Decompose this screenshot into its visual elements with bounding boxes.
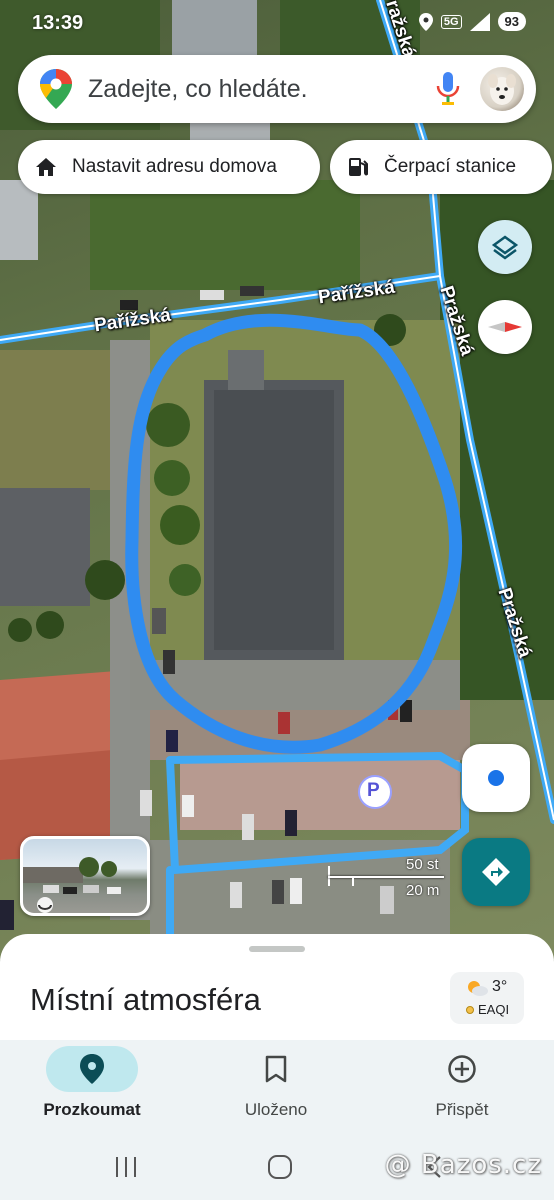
nav-saved-pill <box>230 1046 322 1092</box>
aqi-dot-icon <box>466 1006 474 1014</box>
layers-icon <box>491 235 519 260</box>
nav-label: Přispět <box>435 1100 489 1119</box>
scale-bar: 50 st 20 m <box>324 856 444 902</box>
battery-indicator: 93 <box>497 12 526 31</box>
home-circle-icon <box>268 1155 292 1179</box>
bookmark-icon <box>265 1055 287 1083</box>
compass-button[interactable] <box>478 300 532 354</box>
set-home-chip[interactable]: Nastavit adresu domova <box>18 140 320 194</box>
avatar[interactable] <box>480 67 524 111</box>
parking-marker[interactable]: P <box>367 780 380 802</box>
signal-icon <box>469 12 490 31</box>
status-time: 13:39 <box>32 12 84 34</box>
status-icons: 5G 93 <box>418 12 526 31</box>
watermark: @ Bazos.cz <box>384 1150 542 1180</box>
network-icon: 5G <box>440 14 462 29</box>
my-location-icon <box>488 770 504 786</box>
location-status-icon <box>418 12 433 31</box>
nav-explore-pill <box>46 1046 138 1092</box>
google-maps-logo-icon <box>40 69 72 109</box>
scale-imperial: 50 st <box>406 856 439 873</box>
nav-contribute[interactable]: Přispět <box>370 1046 554 1130</box>
weather-widget[interactable]: 3° EAQI <box>450 972 524 1024</box>
bottom-sheet[interactable]: Místní atmosféra 3° EAQI <box>0 934 554 1044</box>
recent-apps-icon <box>116 1157 136 1177</box>
home-icon <box>36 158 56 176</box>
home-button[interactable] <box>260 1152 300 1182</box>
directions-button[interactable] <box>462 838 530 906</box>
nav-label: Prozkoumat <box>43 1100 141 1119</box>
chip-label: Čerpací stanice <box>384 156 517 177</box>
sheet-title: Místní atmosféra <box>30 982 261 1017</box>
nav-explore[interactable]: Prozkoumat <box>0 1046 184 1130</box>
weather-temperature: 3° <box>492 978 508 995</box>
partly-cloudy-icon <box>468 981 488 996</box>
bottom-navigation: Prozkoumat Uloženo Přispět <box>0 1040 554 1136</box>
microphone-icon[interactable] <box>434 72 462 106</box>
weather-aqi: EAQI <box>478 1002 510 1017</box>
search-bar[interactable]: Zadejte, co hledáte. <box>18 55 536 123</box>
gas-stations-chip[interactable]: Čerpací stanice <box>330 140 552 194</box>
chip-label: Nastavit adresu domova <box>72 156 277 177</box>
directions-icon <box>482 858 510 886</box>
nav-contribute-pill <box>416 1046 508 1092</box>
system-navigation-bar: @ Bazos.cz <box>0 1136 554 1200</box>
nav-label: Uloženo <box>244 1100 308 1119</box>
status-bar: 13:39 5G 93 <box>0 0 554 48</box>
compass-icon <box>488 322 522 332</box>
street-view-thumbnail[interactable] <box>20 836 150 916</box>
nav-saved[interactable]: Uloženo <box>184 1046 368 1130</box>
sheet-drag-handle[interactable] <box>249 946 305 952</box>
scale-metric: 20 m <box>406 882 440 899</box>
my-location-button[interactable] <box>462 744 530 812</box>
explore-pin-icon <box>80 1054 104 1084</box>
layers-button[interactable] <box>478 220 532 274</box>
search-input[interactable]: Zadejte, co hledáte. <box>88 75 434 104</box>
add-circle-icon <box>448 1055 476 1083</box>
gas-station-icon <box>349 158 368 176</box>
recent-apps-button[interactable] <box>106 1152 146 1182</box>
